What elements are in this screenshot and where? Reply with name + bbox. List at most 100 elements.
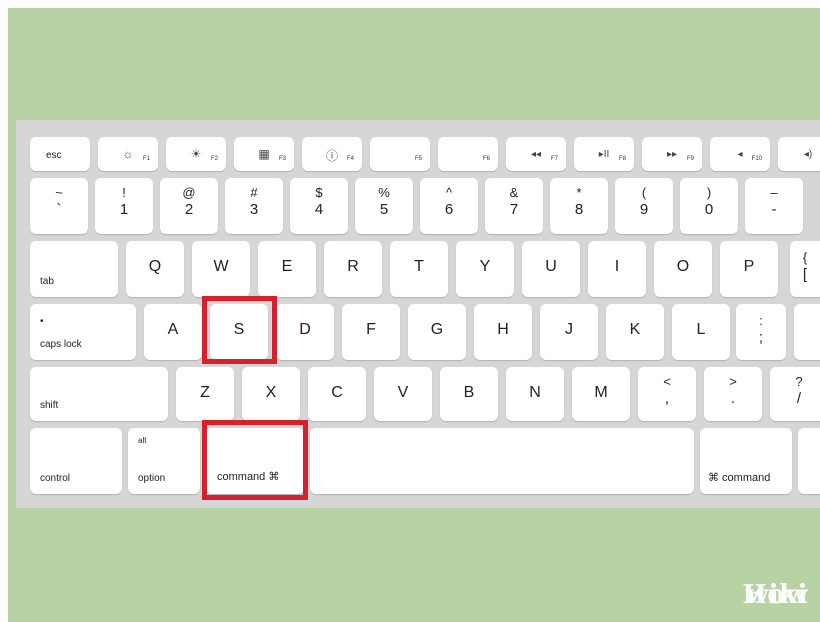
function-key-10[interactable]: ◂ F10 (710, 137, 770, 171)
key-m[interactable]: M (572, 367, 630, 421)
control-key[interactable]: control (30, 428, 122, 494)
highlight-s-key (202, 296, 277, 364)
key-number-top: @ (182, 185, 196, 200)
key-a[interactable]: A (144, 304, 202, 360)
key-l[interactable]: L (672, 304, 730, 360)
key-punct-top: ? (795, 374, 803, 389)
key-q[interactable]: Q (126, 241, 184, 297)
shift-left-key[interactable]: shift (30, 367, 168, 421)
tab-label: tab (40, 276, 54, 287)
key-number-top: & (509, 185, 519, 200)
function-key-5[interactable]: F5 (370, 137, 430, 171)
command-right-key[interactable]: ⌘ command (700, 428, 792, 494)
key-number-1[interactable]: ! 1 (95, 178, 153, 234)
key-bracket[interactable]: { [ (790, 241, 820, 297)
key-i[interactable]: I (588, 241, 646, 297)
key-b[interactable]: B (440, 367, 498, 421)
key-number-bottom: 1 (119, 201, 129, 218)
function-key-7[interactable]: ◂◂ F7 (506, 137, 566, 171)
key-number-0[interactable]: ~ ` (30, 178, 88, 234)
key-number-6[interactable]: ^ 6 (420, 178, 478, 234)
key-n[interactable]: N (506, 367, 564, 421)
esc-key[interactable]: esc (30, 137, 90, 171)
key-number-2[interactable]: @2 (160, 178, 218, 234)
key-number-bottom: ` (56, 201, 62, 218)
key-number-top: ^ (445, 185, 453, 200)
tab-key[interactable]: tab (30, 241, 118, 297)
key-g[interactable]: G (408, 304, 466, 360)
function-key-sub-label: F7 (550, 156, 558, 162)
key-z-label: Z (200, 384, 210, 401)
function-key-9[interactable]: ▸▸ F9 (642, 137, 702, 171)
key-l-label: L (696, 321, 706, 338)
key-m-label: M (594, 384, 608, 401)
key-number-bottom: - (771, 201, 777, 218)
function-key-1[interactable]: ☼ F1 (98, 137, 158, 171)
function-key-2[interactable]: ☀ F2 (166, 137, 226, 171)
key-p[interactable]: P (720, 241, 778, 297)
key-number-11[interactable]: – - (745, 178, 803, 234)
key-number-top: # (250, 185, 258, 200)
highlight-command-key (202, 420, 308, 500)
function-key-8[interactable]: ▸II F8 (574, 137, 634, 171)
key-quote[interactable] (794, 304, 820, 360)
function-key-6[interactable]: F6 (438, 137, 498, 171)
key-o[interactable]: O (654, 241, 712, 297)
key-bracket-top: { (802, 250, 808, 265)
key-number-8[interactable]: * 8 (550, 178, 608, 234)
caps-lock-key[interactable]: • caps lock (30, 304, 136, 360)
wikihow-logo: wiki How (680, 580, 820, 622)
key-y[interactable]: Y (456, 241, 514, 297)
function-key-4[interactable]: ⓘ F4 (302, 137, 362, 171)
key-j-label: J (565, 321, 573, 338)
key-v[interactable]: V (374, 367, 432, 421)
key-x[interactable]: X (242, 367, 300, 421)
key-o-label: O (676, 258, 690, 275)
control-label: control (40, 473, 71, 484)
key-r-label: R (347, 258, 359, 275)
function-key-3[interactable]: ▦ F3 (234, 137, 294, 171)
function-key-sub-label: F8 (618, 156, 626, 162)
key-number-10[interactable]: ) 0 (680, 178, 738, 234)
key-r[interactable]: R (324, 241, 382, 297)
key-h-label: H (497, 321, 509, 338)
key-punct-1[interactable]: >. (704, 367, 762, 421)
key-punct-top: > (729, 374, 737, 389)
key-number-bottom: 0 (704, 201, 714, 218)
key-number-9[interactable]: (9 (615, 178, 673, 234)
key-number-top: * (576, 185, 582, 200)
key-e-label: E (281, 258, 293, 275)
key-number-bottom: 7 (509, 201, 519, 218)
key-c[interactable]: C (308, 367, 366, 421)
key-number-5[interactable]: % 5 (355, 178, 413, 234)
key-t[interactable]: T (390, 241, 448, 297)
key-y-label: Y (479, 258, 491, 275)
key-k[interactable]: K (606, 304, 664, 360)
key-number-top: ( (641, 185, 647, 200)
key-e[interactable]: E (258, 241, 316, 297)
key-h[interactable]: H (474, 304, 532, 360)
key-k-label: K (629, 321, 641, 338)
key-punct-0[interactable]: <, (638, 367, 696, 421)
key-w-label: W (213, 258, 229, 275)
key-number-3[interactable]: #3 (225, 178, 283, 234)
key-punct-2[interactable]: ? / (770, 367, 820, 421)
key-number-bottom: 8 (574, 201, 584, 218)
key-number-4[interactable]: $4 (290, 178, 348, 234)
key-j[interactable]: J (540, 304, 598, 360)
function-key-11[interactable]: ◂) (778, 137, 820, 171)
key-u[interactable]: U (522, 241, 580, 297)
key-semicolon[interactable]: : ; (736, 304, 786, 360)
option-key[interactable]: alt option (128, 428, 200, 494)
key-a-label: A (167, 321, 179, 338)
key-z[interactable]: Z (176, 367, 234, 421)
key-f[interactable]: F (342, 304, 400, 360)
key-w[interactable]: W (192, 241, 250, 297)
key-number-7[interactable]: & 7 (485, 178, 543, 234)
key-d[interactable]: D (276, 304, 334, 360)
space-bar[interactable] (310, 428, 694, 494)
function-key-sub-label: F4 (346, 156, 354, 162)
option-right-key[interactable] (798, 428, 820, 494)
key-bracket-bottom: [ (802, 266, 808, 283)
function-key-sub-label: F6 (482, 156, 490, 162)
